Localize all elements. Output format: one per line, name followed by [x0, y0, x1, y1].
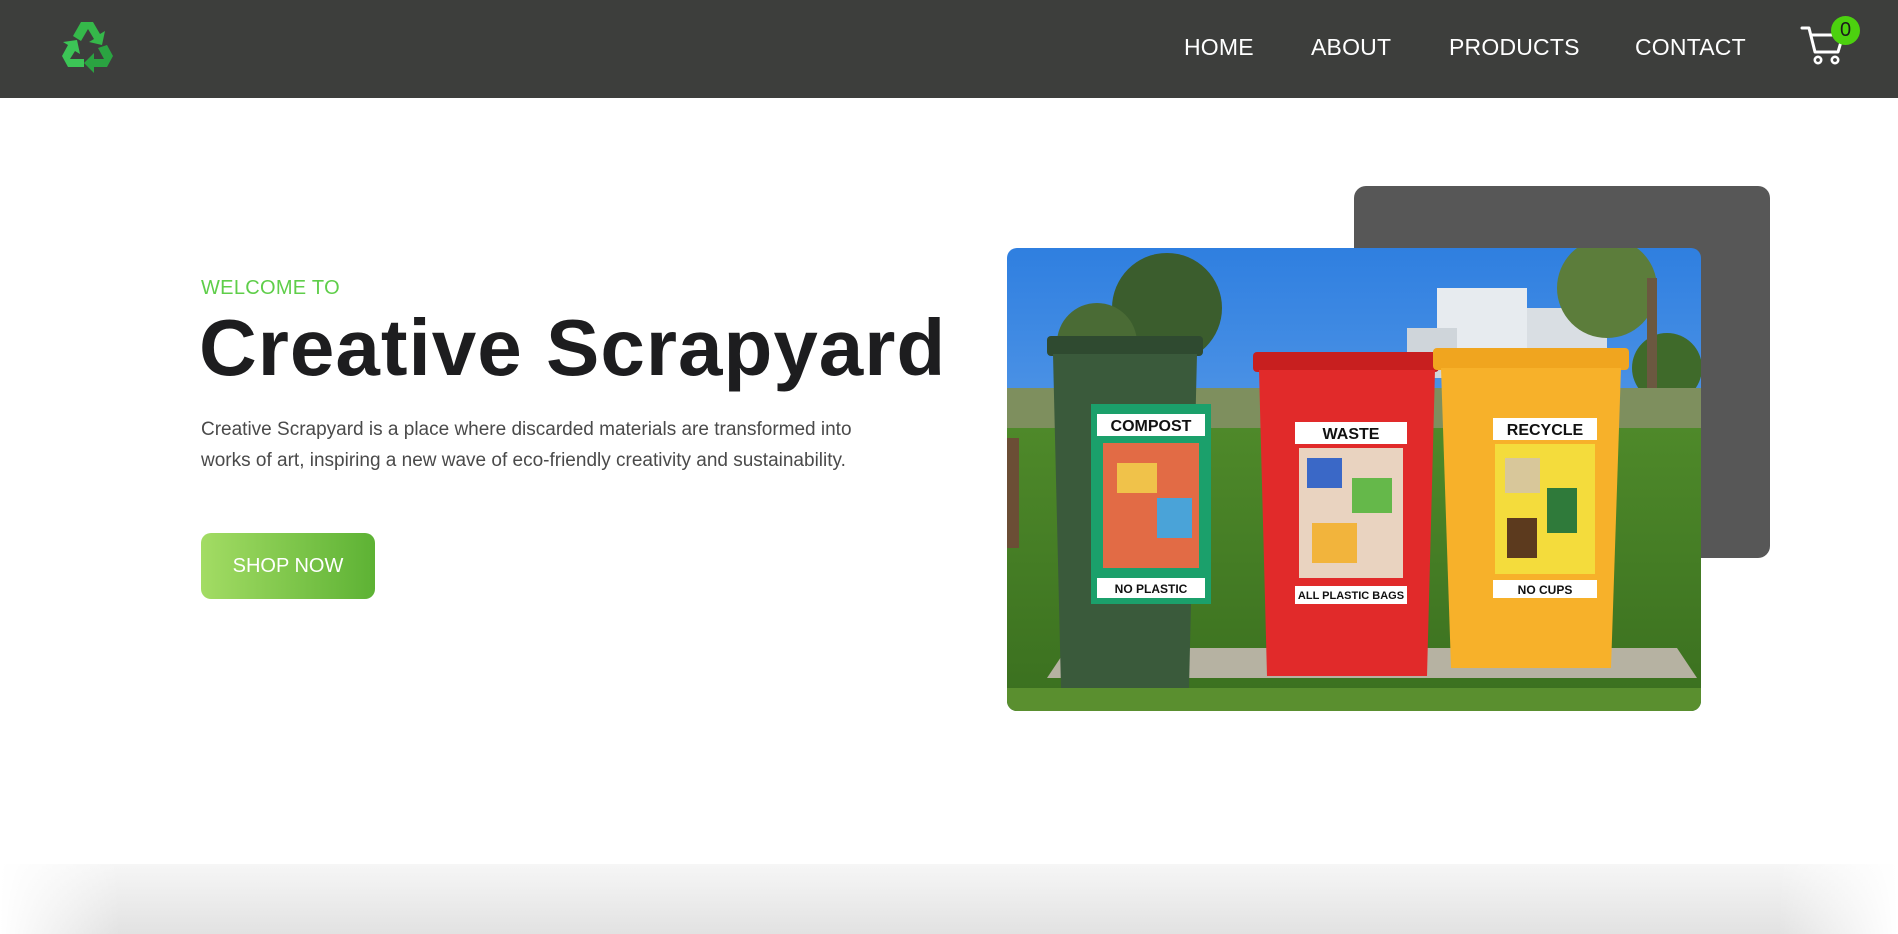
- bin-label-all-plastic-bags: ALL PLASTIC BAGS: [1298, 590, 1404, 602]
- shop-now-button[interactable]: SHOP NOW: [201, 533, 375, 599]
- cart-count-badge: 0: [1831, 16, 1860, 45]
- nav-link-products[interactable]: PRODUCTS: [1449, 34, 1580, 61]
- recycle-icon[interactable]: [58, 18, 116, 74]
- nav-link-home[interactable]: HOME: [1184, 34, 1254, 61]
- nav-link-contact[interactable]: CONTACT: [1635, 34, 1746, 61]
- bin-label-compost: COMPOST: [1111, 418, 1192, 435]
- hero-eyebrow: WELCOME TO: [201, 277, 340, 299]
- navbar: HOME ABOUT PRODUCTS CONTACT 0: [0, 0, 1898, 98]
- hero-description: Creative Scrapyard is a place where disc…: [201, 419, 852, 471]
- next-section-band: [0, 864, 1898, 934]
- hero-image: COMPOST NO PLASTIC WASTE ALL PLASTIC BAG…: [1007, 248, 1701, 711]
- nav-link-about[interactable]: ABOUT: [1311, 34, 1391, 61]
- bin-label-recycle: RECYCLE: [1507, 422, 1584, 439]
- bins-photo: COMPOST NO PLASTIC WASTE ALL PLASTIC BAG…: [1007, 248, 1701, 711]
- bin-label-waste: WASTE: [1323, 426, 1380, 443]
- bin-label-no-plastic: NO PLASTIC: [1115, 582, 1188, 596]
- bin-label-no-cups: NO CUPS: [1518, 583, 1573, 597]
- page-title: Creative Scrapyard: [199, 303, 947, 392]
